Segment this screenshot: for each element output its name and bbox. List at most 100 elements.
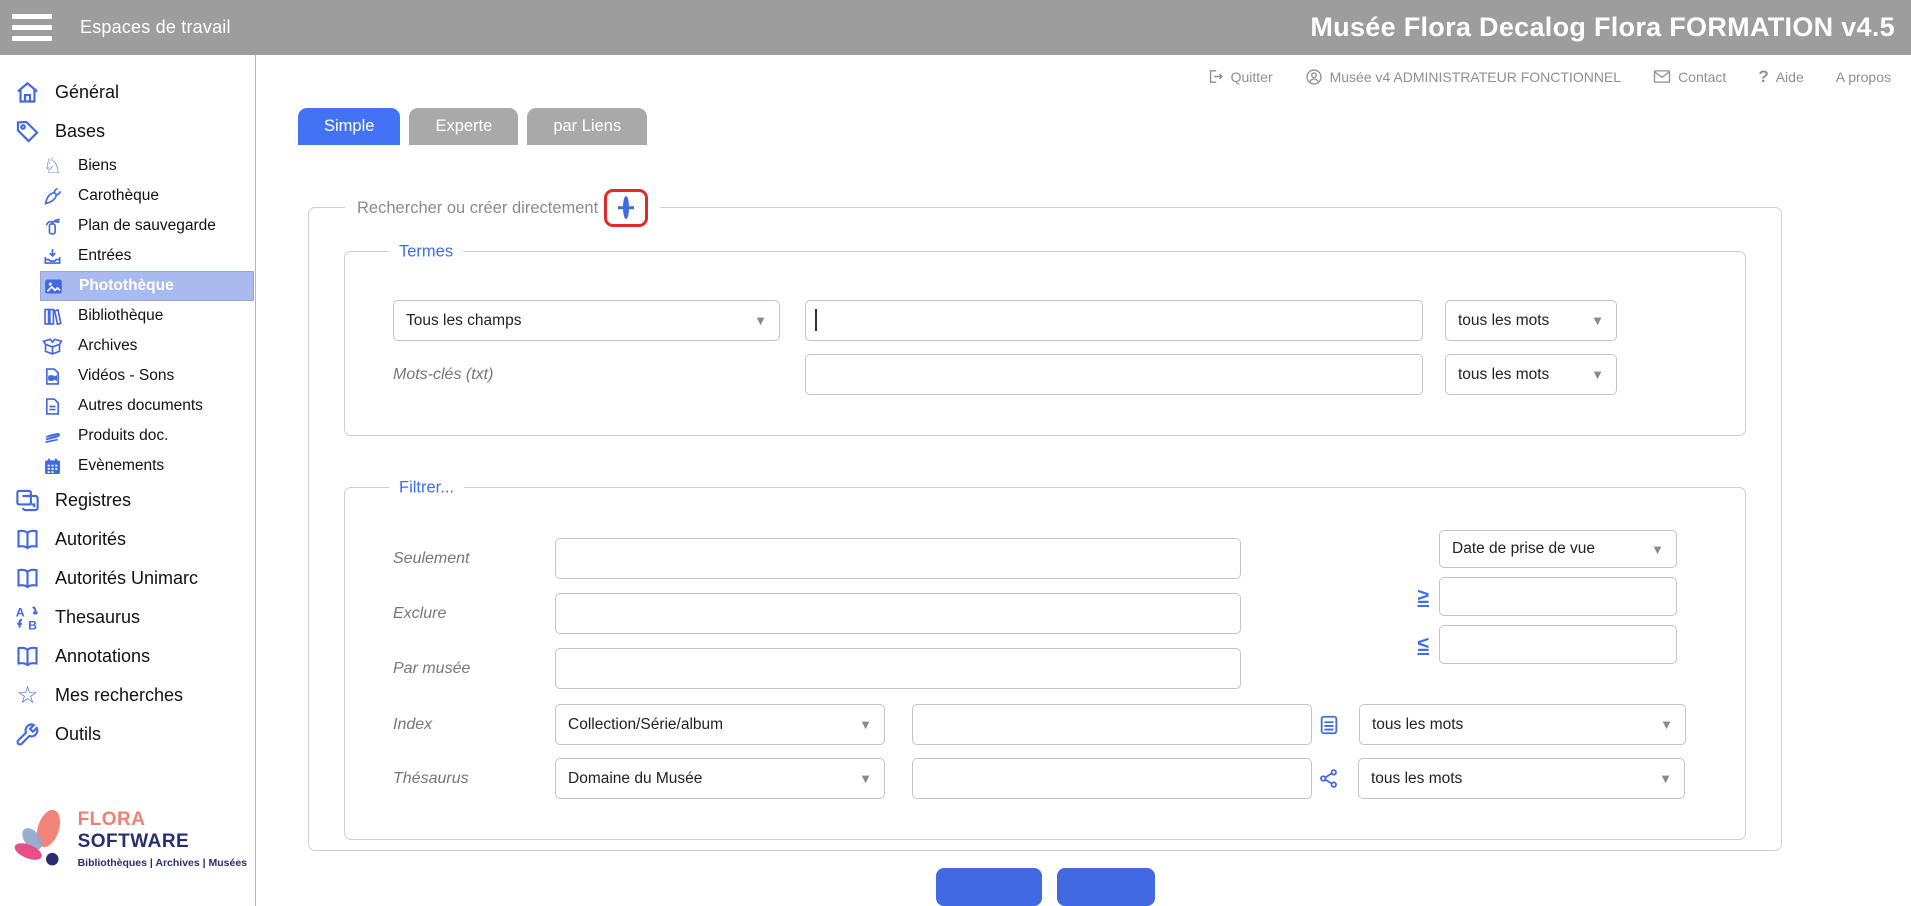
svg-text:A: A [16,605,25,619]
sort-alpha-icon: AB [14,604,41,631]
sidebar-item-label: Thesaurus [55,607,140,628]
image-icon [43,276,64,297]
sidebar-item-label: Archives [78,337,137,355]
search-or-create-fieldset: Rechercher ou créer directement Termes T… [308,207,1782,851]
sidebar-item-mes-recherches[interactable]: ☆Mes recherches [0,676,255,715]
thesaurus-label: Thésaurus [393,770,555,788]
thesaurus-input[interactable] [912,758,1312,799]
hamburger-menu-icon[interactable] [12,14,52,41]
home-icon [14,79,41,106]
sidebar-item-registres[interactable]: Registres [0,481,255,520]
seulement-label: Seulement [393,550,555,568]
document-icon [42,396,63,417]
sidebar-item-archives[interactable]: Archives [40,331,255,361]
page: Espaces de travail Musée Flora Decalog F… [0,0,1911,906]
logout-icon [1207,68,1224,85]
sidebar-item-label: Autorités Unimarc [55,568,198,589]
bottom-button-1[interactable] [936,868,1042,906]
hierarchy-share-icon[interactable] [1318,768,1339,789]
date-field-select[interactable]: Date de prise de vue▼ [1439,530,1677,568]
apropos-link[interactable]: A propos [1836,69,1891,85]
contact-link[interactable]: Contact [1653,69,1726,85]
sidebar-item-label: Photothèque [79,277,174,295]
question-mark-icon: ? [1758,67,1768,87]
open-box-icon [42,336,63,357]
sidebar-item-thesaurus[interactable]: AB Thesaurus [0,598,255,637]
chevron-down-icon: ▼ [859,771,872,786]
chevron-down-icon: ▼ [1591,313,1604,328]
index-words-select[interactable]: tous les mots▼ [1359,704,1686,745]
quitter-link[interactable]: Quitter [1207,68,1273,85]
sidebar-item-autorites-unimarc[interactable]: Autorités Unimarc [0,559,255,598]
field-select[interactable]: Tous les champs▼ [393,300,780,341]
envelope-icon [1653,69,1671,84]
video-file-icon [42,366,63,387]
calendar-icon [42,456,63,477]
filtrer-legend: Filtrer... [389,479,464,498]
search-term-input[interactable] [805,300,1423,341]
exclure-label: Exclure [393,605,555,623]
add-record-button[interactable] [623,196,629,219]
words-mode-select-2[interactable]: tous les mots▼ [1445,354,1617,395]
sidebar: Général Bases ♘ Biens CarothèquePlan de sauv… [0,55,256,906]
sidebar-item-label: Registres [55,490,131,511]
sidebar-item-autres-documents[interactable]: Autres documents [40,391,255,421]
user-account-link[interactable]: Musée v4 ADMINISTRATEUR FONCTIONNEL [1305,68,1621,86]
svg-text:B: B [28,618,37,631]
index-book-icon[interactable] [1318,714,1340,736]
sidebar-item-entrees[interactable]: Entrées [40,241,255,271]
sidebar-item-bases[interactable]: Bases [0,112,255,151]
sidebar-item-label: Bibliothèque [78,307,163,325]
tab-experte[interactable]: Experte [409,108,518,145]
sidebar-item-produits-doc[interactable]: Produits doc. [40,421,255,451]
sidebar-item-biens[interactable]: ♘ Biens [40,151,255,181]
text-caret [815,309,817,331]
sidebar-item-autorites[interactable]: Autorités [0,520,255,559]
index-label: Index [393,716,555,734]
sidebar-item-evenements[interactable]: Evènements [40,451,255,481]
date-to-input[interactable] [1439,625,1677,664]
sidebar-item-bibliotheque[interactable]: Bibliothèque [40,301,255,331]
sidebar-item-annotations[interactable]: Annotations [0,637,255,676]
mots-cles-input[interactable] [805,354,1423,395]
carrot-icon [42,186,63,207]
books-icon [42,306,63,327]
workspace-label: Espaces de travail [80,17,231,38]
fieldset-legend: Rechercher ou créer directement [357,199,598,218]
tab-par-liens[interactable]: par Liens [527,108,647,145]
date-from-input[interactable] [1439,577,1677,616]
open-book-icon [14,643,41,670]
sidebar-item-general[interactable]: Général [0,73,255,112]
thesaurus-words-select[interactable]: tous les mots▼ [1358,758,1685,799]
sidebar-item-label: Outils [55,724,101,745]
sidebar-item-label: Autres documents [78,397,203,415]
registers-icon [14,487,41,514]
logo-tagline: Bibliothèques | Archives | Musées [78,857,255,869]
aide-link[interactable]: ? Aide [1758,67,1803,87]
words-mode-select-1[interactable]: tous les mots▼ [1445,300,1617,341]
sidebar-item-videos-sons[interactable]: Vidéos - Sons [40,361,255,391]
exclure-input[interactable] [555,593,1241,634]
sidebar-item-outils[interactable]: Outils [0,715,255,754]
paper-stack-icon [42,426,63,447]
sidebar-item-label: Mes recherches [55,685,183,706]
sidebar-item-plan-de-sauvegarde[interactable]: Plan de sauvegarde [40,211,255,241]
par-musee-input[interactable] [555,648,1241,689]
sidebar-item-label: Biens [78,157,117,175]
index-select[interactable]: Collection/Série/album▼ [555,704,885,745]
index-input[interactable] [912,704,1312,745]
greater-equal-symbol: ≥ [1417,585,1429,609]
sidebar-item-phototheque[interactable]: Photothèque [40,271,254,301]
app-title: Musée Flora Decalog Flora FORMATION v4.5 [1310,12,1895,43]
seulement-input[interactable] [555,538,1241,579]
sidebar-item-label: Produits doc. [78,427,168,445]
logo-brand: FLORA SOFTWARE [78,809,255,853]
sidebar-item-label: Bases [55,121,105,142]
thesaurus-select[interactable]: Domaine du Musée▼ [555,758,885,799]
sidebar-item-carotheque[interactable]: Carothèque [40,181,255,211]
bottom-button-2[interactable] [1057,868,1155,906]
chess-knight-icon: ♘ [42,156,63,177]
fire-extinguisher-icon [42,216,63,237]
tab-simple[interactable]: Simple [298,108,400,145]
chevron-down-icon: ▼ [1591,367,1604,382]
